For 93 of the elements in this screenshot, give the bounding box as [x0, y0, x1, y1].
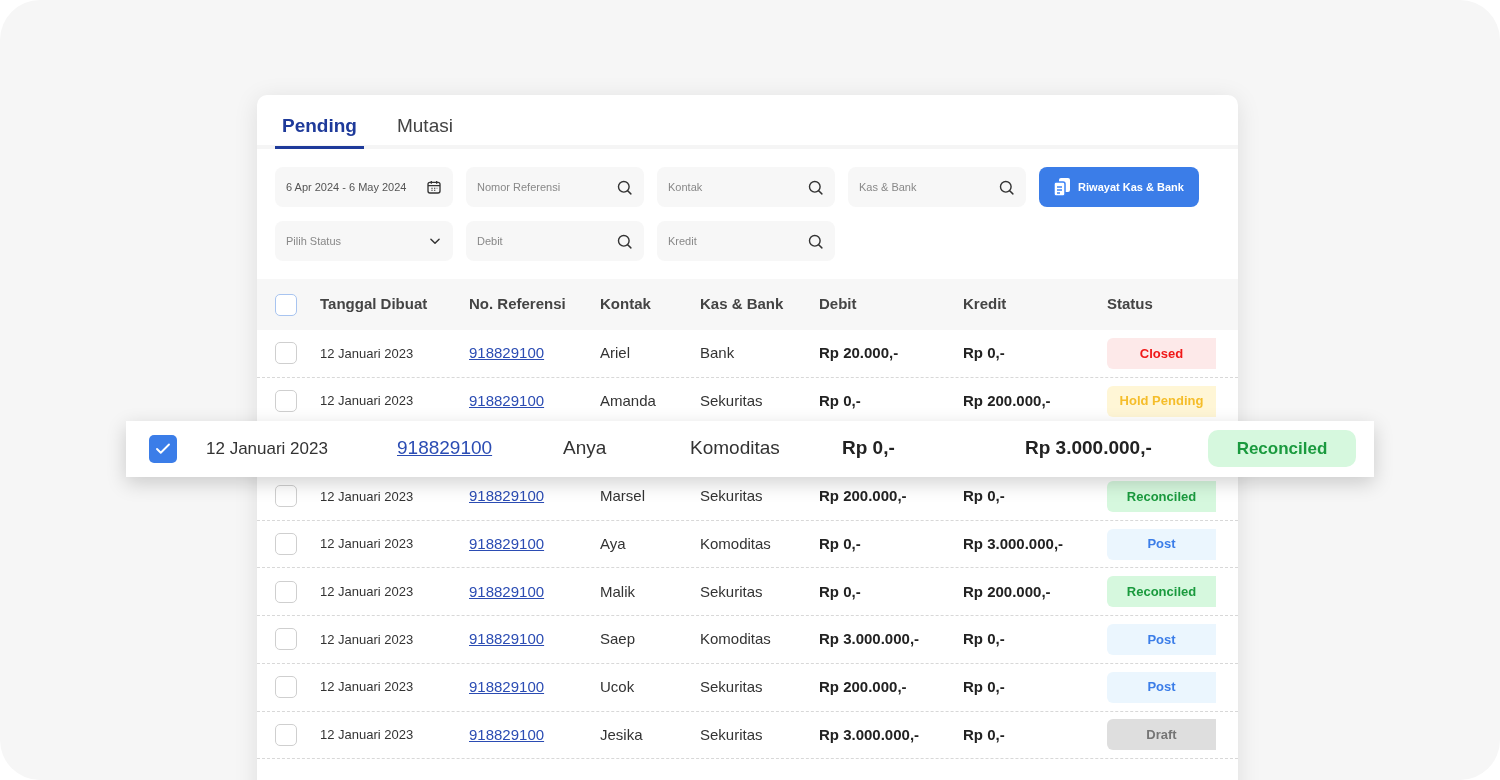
reference-link[interactable]: 918829100 — [397, 434, 493, 463]
status-badge: Post — [1107, 671, 1216, 703]
contact-cell-text: Ariel — [600, 343, 630, 364]
column-header: Kontak — [600, 294, 651, 315]
reference-link[interactable]: 918829100 — [469, 628, 545, 651]
status-badge: Post — [1107, 623, 1216, 655]
checkbox[interactable] — [275, 723, 297, 746]
debit-cell-text: Rp 200.000,- — [819, 676, 907, 697]
debit-cell-text: Rp 20.000,- — [819, 343, 899, 364]
credit-cell-text: Rp 200.000,- — [963, 581, 1051, 602]
credit-cell-text: Rp 0,- — [963, 486, 1005, 507]
date-cell-text: 12 Januari 2023 — [320, 726, 414, 745]
search-icon — [616, 232, 633, 250]
date-cell-text: 12 Januari 2023 — [320, 535, 414, 554]
reference-link[interactable]: 918829100 — [469, 580, 545, 604]
reference-link[interactable]: 918829100 — [469, 723, 545, 747]
debit-cell-text: Rp 3.000.000,- — [819, 629, 920, 650]
account-cell-text: Sekuritas — [700, 581, 763, 602]
checkbox[interactable] — [275, 676, 297, 699]
status-badge: Hold Pending — [1107, 385, 1216, 417]
debit-cell-text: Rp 0,- — [842, 436, 895, 461]
column-header: No. Referensi — [469, 294, 566, 315]
reference-link[interactable]: 918829100 — [469, 342, 545, 365]
credit-cell-text: Rp 0,- — [963, 343, 1005, 364]
checkbox[interactable] — [275, 580, 297, 603]
contact-cell-text: Malik — [600, 581, 635, 602]
column-header: Debit — [819, 294, 857, 315]
search-icon — [998, 178, 1015, 196]
account-cell-text: Komoditas — [700, 629, 771, 650]
date-cell-text: 12 Januari 2023 — [320, 630, 414, 649]
checkbox[interactable] — [275, 533, 297, 556]
status-badge: Reconciled — [1107, 576, 1216, 608]
column-header: Status — [1107, 294, 1153, 315]
reference-link[interactable]: 918829100 — [469, 485, 545, 508]
credit-cell-text: Rp 3.000.000,- — [963, 533, 1064, 554]
debit-cell-text: Rp 0,- — [819, 581, 861, 602]
checkbox[interactable] — [275, 628, 297, 651]
date-cell-text: 12 Januari 2023 — [320, 487, 414, 506]
tab[interactable]: Pending — [275, 111, 364, 149]
account-cell-text: Sekuritas — [700, 486, 763, 507]
account-cell-text: Sekuritas — [700, 724, 763, 745]
checkbox[interactable] — [275, 485, 297, 508]
checkbox[interactable] — [275, 390, 297, 413]
calendar-icon — [426, 179, 442, 195]
date-cell-text: 12 Januari 2023 — [206, 437, 328, 460]
status-badge: Draft — [1107, 719, 1216, 751]
search-icon — [807, 232, 824, 250]
search-icon — [616, 178, 633, 196]
status-badge: Reconciled — [1208, 430, 1356, 468]
credit-cell-text: Rp 0,- — [963, 629, 1005, 650]
contact-cell-text: Anya — [563, 436, 607, 461]
credit-cell-text: Rp 0,- — [963, 676, 1005, 697]
account-cell-text: Sekuritas — [700, 676, 763, 697]
search-field[interactable]: Nomor Referensi — [466, 167, 644, 207]
contact-cell-text: Saep — [600, 629, 636, 650]
contact-cell-text: Marsel — [600, 486, 645, 507]
credit-cell-text: Rp 200.000,- — [963, 390, 1051, 411]
selected-row[interactable]: 12 Januari 2023 918829100 Anya Komoditas Rp 0,- Rp 3.000.000,- Reconciled — [126, 420, 1374, 477]
contact-cell-text: Aya — [600, 533, 626, 554]
history-button[interactable]: Riwayat Kas & Bank — [1039, 167, 1199, 207]
tab[interactable]: Mutasi — [389, 111, 460, 149]
debit-cell-text: Rp 200.000,- — [819, 486, 907, 507]
contact-cell-text: Jesika — [600, 724, 643, 745]
debit-cell-text: Rp 0,- — [819, 533, 861, 554]
contact-cell-text: Amanda — [600, 390, 656, 411]
date-cell-text: 12 Januari 2023 — [320, 583, 414, 602]
date-cell-text: 12 Januari 2023 — [320, 678, 414, 697]
account-cell-text: Komoditas — [690, 436, 780, 461]
account-cell-text: Sekuritas — [700, 390, 763, 411]
debit-cell-text: Rp 3.000.000,- — [819, 724, 920, 745]
status-badge: Reconciled — [1107, 480, 1216, 512]
status-badge: Post — [1107, 528, 1216, 560]
contact-cell-text: Ucok — [600, 676, 635, 697]
reference-link[interactable]: 918829100 — [469, 532, 545, 556]
column-header: Tanggal Dibuat — [320, 294, 428, 315]
search-icon — [807, 178, 824, 196]
date-cell-text: 12 Januari 2023 — [320, 344, 414, 363]
column-header: Kredit — [963, 294, 1007, 315]
credit-cell-text: Rp 0,- — [963, 724, 1005, 745]
column-header: Kas & Bank — [700, 294, 784, 315]
checkbox[interactable] — [275, 293, 297, 316]
account-cell-text: Komoditas — [700, 533, 771, 554]
date-range-field[interactable]: 6 Apr 2024 - 6 May 2024 — [275, 167, 453, 207]
reference-link[interactable]: 918829100 — [469, 675, 545, 699]
date-cell-text: 12 Januari 2023 — [320, 392, 414, 411]
checkbox[interactable] — [275, 342, 297, 365]
status-badge: Closed — [1107, 337, 1216, 369]
checkbox[interactable] — [149, 434, 177, 463]
reference-link[interactable]: 918829100 — [469, 389, 545, 413]
credit-cell-text: Rp 3.000.000,- — [1025, 436, 1152, 461]
documents-icon — [1054, 178, 1071, 196]
debit-cell-text: Rp 0,- — [819, 390, 861, 411]
account-cell-text: Bank — [700, 343, 735, 364]
